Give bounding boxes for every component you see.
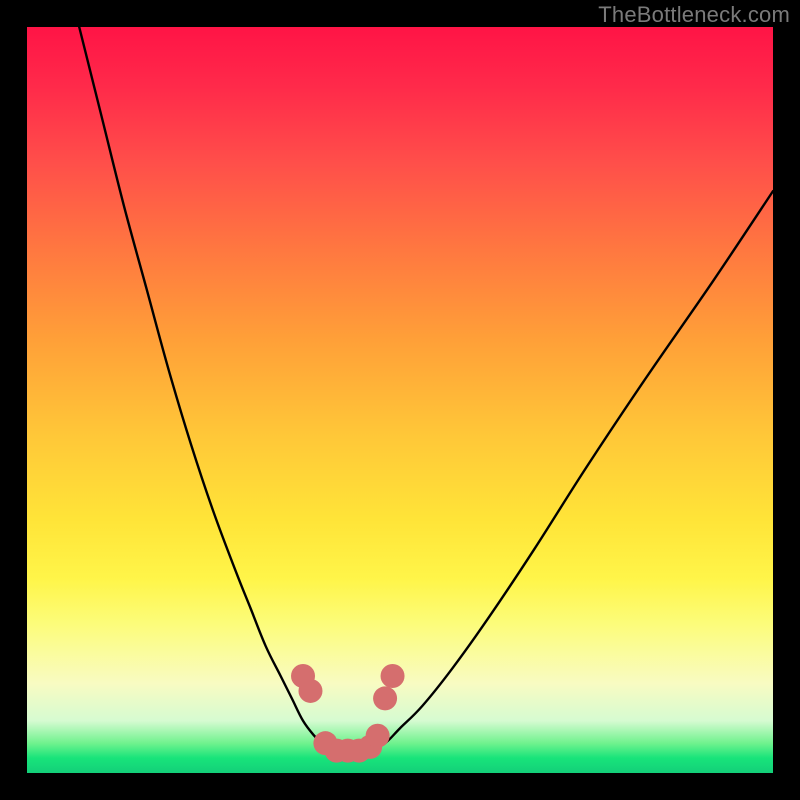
watermark-text: TheBottleneck.com <box>598 2 790 28</box>
right-curve <box>370 191 773 751</box>
marker-dot <box>366 724 390 748</box>
chart-svg <box>0 0 800 800</box>
marker-dot <box>381 664 405 688</box>
marker-dot <box>373 686 397 710</box>
chart-frame: TheBottleneck.com <box>0 0 800 800</box>
left-curve <box>79 27 333 751</box>
marker-layer <box>291 664 405 763</box>
marker-dot <box>298 679 322 703</box>
curve-layer <box>79 27 773 751</box>
